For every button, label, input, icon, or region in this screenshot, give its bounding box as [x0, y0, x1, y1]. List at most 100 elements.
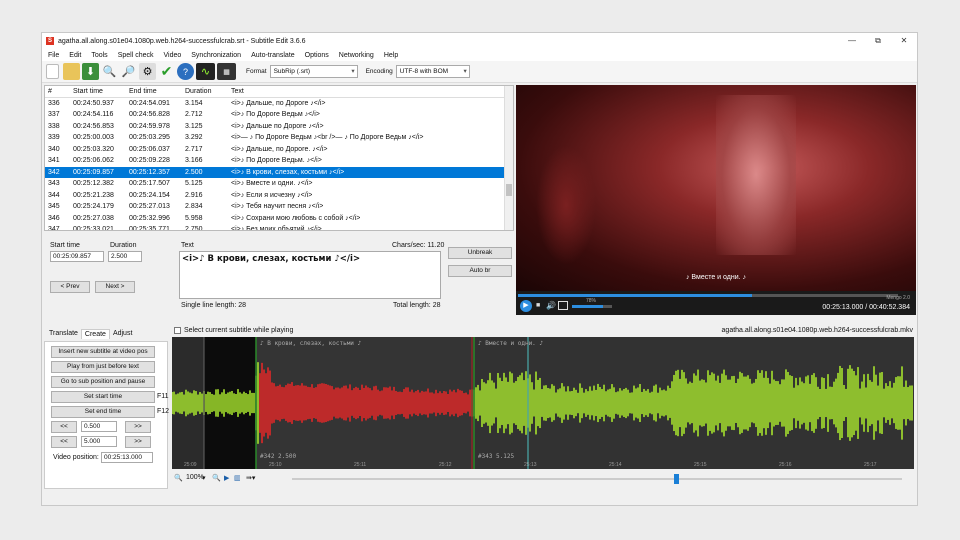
waveform-toggle-icon[interactable]: ∿: [196, 63, 215, 80]
tab-create[interactable]: Create: [80, 329, 110, 339]
replace-icon[interactable]: 🔎: [120, 63, 137, 80]
go-to-sub-button[interactable]: Go to sub position and pause: [51, 376, 155, 388]
fwd-large-button[interactable]: >>: [125, 436, 151, 448]
table-row[interactable]: 343 00:25:12.382 00:25:17.507 5.125 <i>♪ Вме…: [45, 178, 513, 190]
insert-subtitle-button[interactable]: Insert new subtitle at video pos: [51, 346, 155, 358]
waveform-position-slider[interactable]: [292, 474, 902, 484]
menu-file[interactable]: File: [48, 52, 59, 59]
play-selection-icon[interactable]: ▶: [224, 474, 229, 482]
prev-button[interactable]: < Prev: [50, 281, 90, 293]
table-row[interactable]: 342 00:25:09.857 00:25:12.357 2.500 <i>♪ В к…: [45, 166, 513, 178]
close-button[interactable]: ✕: [891, 36, 917, 46]
menu-tools[interactable]: Tools: [91, 52, 107, 59]
tab-adjust[interactable]: Adjust: [110, 329, 135, 339]
menu-auto-translate[interactable]: Auto-translate: [251, 52, 295, 59]
volume-icon[interactable]: 🔊: [546, 301, 556, 310]
zoom-dropdown-icon[interactable]: ▾: [202, 474, 206, 482]
spectrogram-icon[interactable]: ▥: [234, 474, 241, 482]
encoding-select[interactable]: UTF-8 with BOM: [395, 65, 470, 78]
set-end-button[interactable]: Set end time: [51, 406, 155, 418]
step-small-field[interactable]: 0.500: [81, 421, 117, 432]
position-thumb[interactable]: [674, 474, 679, 484]
fwd-small-button[interactable]: >>: [125, 421, 151, 433]
col-start[interactable]: Start time: [73, 88, 129, 95]
menu-edit[interactable]: Edit: [69, 52, 81, 59]
table-cell: 337: [48, 111, 60, 119]
table-row[interactable]: 340 00:25:03.320 00:25:06.037 2.717 <i>♪ Дал…: [45, 144, 513, 156]
zoom-in-icon[interactable]: 🔍: [212, 474, 221, 482]
video-position-field[interactable]: 00:25:13.000: [101, 452, 153, 463]
subtitle-text-editor[interactable]: <i>♪ В крови, слезах, костьми ♪</i>: [179, 251, 441, 299]
unbreak-button[interactable]: Unbreak: [448, 247, 512, 259]
table-cell: 2.916: [185, 191, 203, 199]
step-large-field[interactable]: 5.000: [81, 436, 117, 447]
video-frame[interactable]: ♪ Вместе и одни. ♪: [516, 85, 916, 291]
menu-networking[interactable]: Networking: [339, 52, 374, 59]
table-cell: 00:25:21.238: [73, 191, 114, 199]
table-row[interactable]: 337 00:24:54.116 00:24:56.828 2.712 <i>♪ По …: [45, 109, 513, 121]
play-before-button[interactable]: Play from just before text: [51, 361, 155, 373]
tab-translate[interactable]: Translate: [46, 329, 81, 339]
maximize-button[interactable]: ⧉: [865, 36, 891, 46]
table-row[interactable]: 341 00:25:06.062 00:25:09.228 3.166 <i>♪ По …: [45, 155, 513, 167]
col-text[interactable]: Text: [231, 88, 513, 95]
table-cell: 00:25:09.857: [73, 168, 114, 176]
sync-checkbox[interactable]: [174, 327, 181, 334]
stop-icon[interactable]: ■: [536, 302, 540, 309]
f11-hint: F11: [157, 393, 169, 400]
open-folder-icon[interactable]: [63, 63, 80, 80]
menu-synchronization[interactable]: Synchronization: [191, 52, 241, 59]
col-end[interactable]: End time: [129, 88, 185, 95]
time-tick: 25:15: [694, 462, 707, 468]
volume-slider[interactable]: [572, 305, 612, 308]
duration-field[interactable]: 2.500: [108, 251, 142, 262]
scroll-thumb[interactable]: [506, 184, 512, 196]
table-row[interactable]: 338 00:24:56.853 00:24:59.978 3.125 <i>♪ Дал…: [45, 121, 513, 133]
fullscreen-icon[interactable]: [558, 301, 568, 310]
menu-options[interactable]: Options: [305, 52, 329, 59]
table-row[interactable]: 346 00:25:27.038 00:25:32.996 5.958 <i>♪ Сох…: [45, 213, 513, 225]
zoom-out-icon[interactable]: 🔍: [174, 474, 183, 482]
seek-progress: [518, 294, 752, 297]
video-toggle-icon[interactable]: ▦: [217, 63, 236, 80]
options-icon[interactable]: ⇛▾: [246, 474, 255, 482]
find-icon[interactable]: 🔍: [101, 63, 118, 80]
back-small-button[interactable]: <<: [51, 421, 77, 433]
table-row[interactable]: 345 00:25:24.179 00:25:27.013 2.834 <i>♪ Теб…: [45, 201, 513, 213]
start-time-field[interactable]: 00:25:09.857: [50, 251, 104, 262]
table-row[interactable]: 344 00:25:21.238 00:25:24.154 2.916 <i>♪ Есл…: [45, 190, 513, 202]
minimize-button[interactable]: —: [839, 36, 865, 46]
menu-help[interactable]: Help: [384, 52, 398, 59]
fix-errors-icon[interactable]: ⚙: [139, 63, 156, 80]
set-start-button[interactable]: Set start time: [51, 391, 155, 403]
table-row[interactable]: 339 00:25:00.003 00:25:03.295 3.292 <i>— ♪ П…: [45, 132, 513, 144]
play-icon[interactable]: ▶: [520, 300, 532, 312]
table-cell: 00:25:32.996: [129, 214, 170, 222]
table-cell: 00:24:54.091: [129, 99, 170, 107]
subtitle-grid[interactable]: # Start time End time Duration Text 336 0…: [44, 85, 514, 231]
table-row[interactable]: 336 00:24:50.937 00:24:54.091 3.154 <i>♪ Дал…: [45, 98, 513, 110]
table-cell: <i>♪ Тебя научит песня ♪</i>: [231, 203, 324, 211]
auto-br-button[interactable]: Auto br: [448, 265, 512, 277]
new-file-icon[interactable]: [46, 64, 59, 79]
singer-figure: [716, 95, 796, 255]
video-player[interactable]: ♪ Вместе и одни. ♪ ▶ ■ 🔊 78% Mengo 2.0 0…: [516, 85, 916, 315]
col-duration[interactable]: Duration: [185, 88, 231, 95]
back-large-button[interactable]: <<: [51, 436, 77, 448]
duration-label: Duration: [110, 242, 137, 249]
col-number[interactable]: #: [45, 88, 73, 95]
table-cell: <i>♪ По Дороге Ведьм ♪</i>: [231, 111, 320, 119]
waveform[interactable]: ♪ В крови, слезах, костьми ♪ ♪ Вместе и …: [171, 337, 914, 469]
table-row[interactable]: 347 00:25:33.021 00:25:35.771 2.750 <i>♪ Без…: [45, 224, 513, 230]
menu-video[interactable]: Video: [163, 52, 181, 59]
grid-scrollbar[interactable]: [504, 86, 513, 230]
format-select[interactable]: SubRip (.srt): [269, 65, 358, 78]
next-button[interactable]: Next >: [95, 281, 135, 293]
spell-check-icon[interactable]: ✔: [158, 63, 175, 80]
save-icon[interactable]: ⬇: [82, 63, 99, 80]
title-bar: S agatha.all.along.s01e04.1080p.web.h264…: [42, 33, 917, 49]
text-label: Text: [181, 242, 194, 249]
seek-bar[interactable]: [518, 294, 898, 297]
menu-spell-check[interactable]: Spell check: [118, 52, 154, 59]
help-icon[interactable]: ?: [177, 63, 194, 80]
